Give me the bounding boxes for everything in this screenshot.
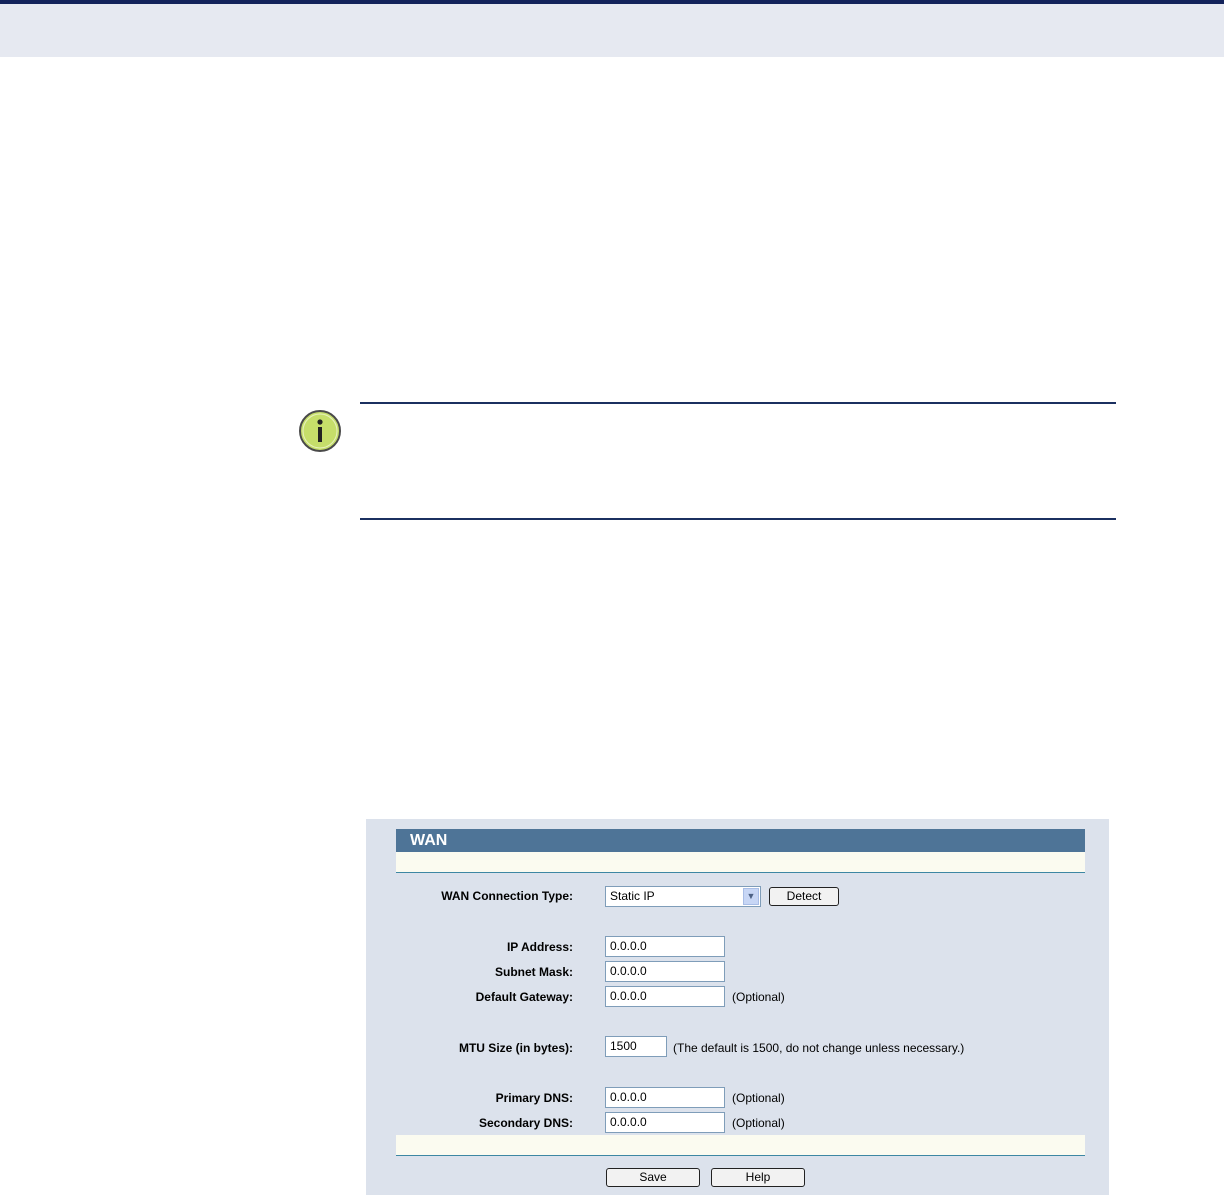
document-header-bar xyxy=(0,0,1224,57)
panel-top-divider xyxy=(396,872,1085,873)
info-icon xyxy=(299,410,341,452)
panel-title: WAN xyxy=(396,829,1085,852)
primary-dns-label: Primary DNS: xyxy=(495,1091,573,1105)
note-top-rule xyxy=(360,402,1116,404)
subnet-mask-input[interactable]: 0.0.0.0 xyxy=(605,961,725,982)
default-gateway-hint: (Optional) xyxy=(732,990,785,1004)
primary-dns-input[interactable]: 0.0.0.0 xyxy=(605,1087,725,1108)
secondary-dns-label: Secondary DNS: xyxy=(478,1116,573,1130)
default-gateway-label: Default Gateway: xyxy=(475,990,573,1004)
primary-dns-hint: (Optional) xyxy=(732,1091,785,1105)
help-button[interactable]: Help xyxy=(711,1168,805,1187)
secondary-dns-input[interactable]: 0.0.0.0 xyxy=(605,1112,725,1133)
detect-button[interactable]: Detect xyxy=(769,887,839,906)
wan-settings-panel: WAN WAN Connection Type: Static IP ▼ Det… xyxy=(366,819,1109,1195)
secondary-dns-hint: (Optional) xyxy=(732,1116,785,1130)
mtu-size-input[interactable]: 1500 xyxy=(605,1036,667,1057)
panel-bottom-band xyxy=(396,1135,1085,1155)
chevron-down-icon[interactable]: ▼ xyxy=(743,888,759,905)
mtu-size-hint: (The default is 1500, do not change unle… xyxy=(673,1041,965,1055)
ip-address-input[interactable]: 0.0.0.0 xyxy=(605,936,725,957)
save-button[interactable]: Save xyxy=(606,1168,700,1187)
mtu-size-label: MTU Size (in bytes): xyxy=(458,1041,573,1055)
wan-connection-type-value: Static IP xyxy=(610,889,655,903)
note-bottom-rule xyxy=(360,518,1116,520)
default-gateway-input[interactable]: 0.0.0.0 xyxy=(605,986,725,1007)
panel-top-band xyxy=(396,852,1085,872)
wan-connection-type-label: WAN Connection Type: xyxy=(441,889,573,903)
panel-bottom-divider xyxy=(396,1155,1085,1156)
subnet-mask-label: Subnet Mask: xyxy=(494,965,573,979)
wan-connection-type-select[interactable]: Static IP ▼ xyxy=(605,886,761,907)
ip-address-label: IP Address: xyxy=(506,940,573,954)
